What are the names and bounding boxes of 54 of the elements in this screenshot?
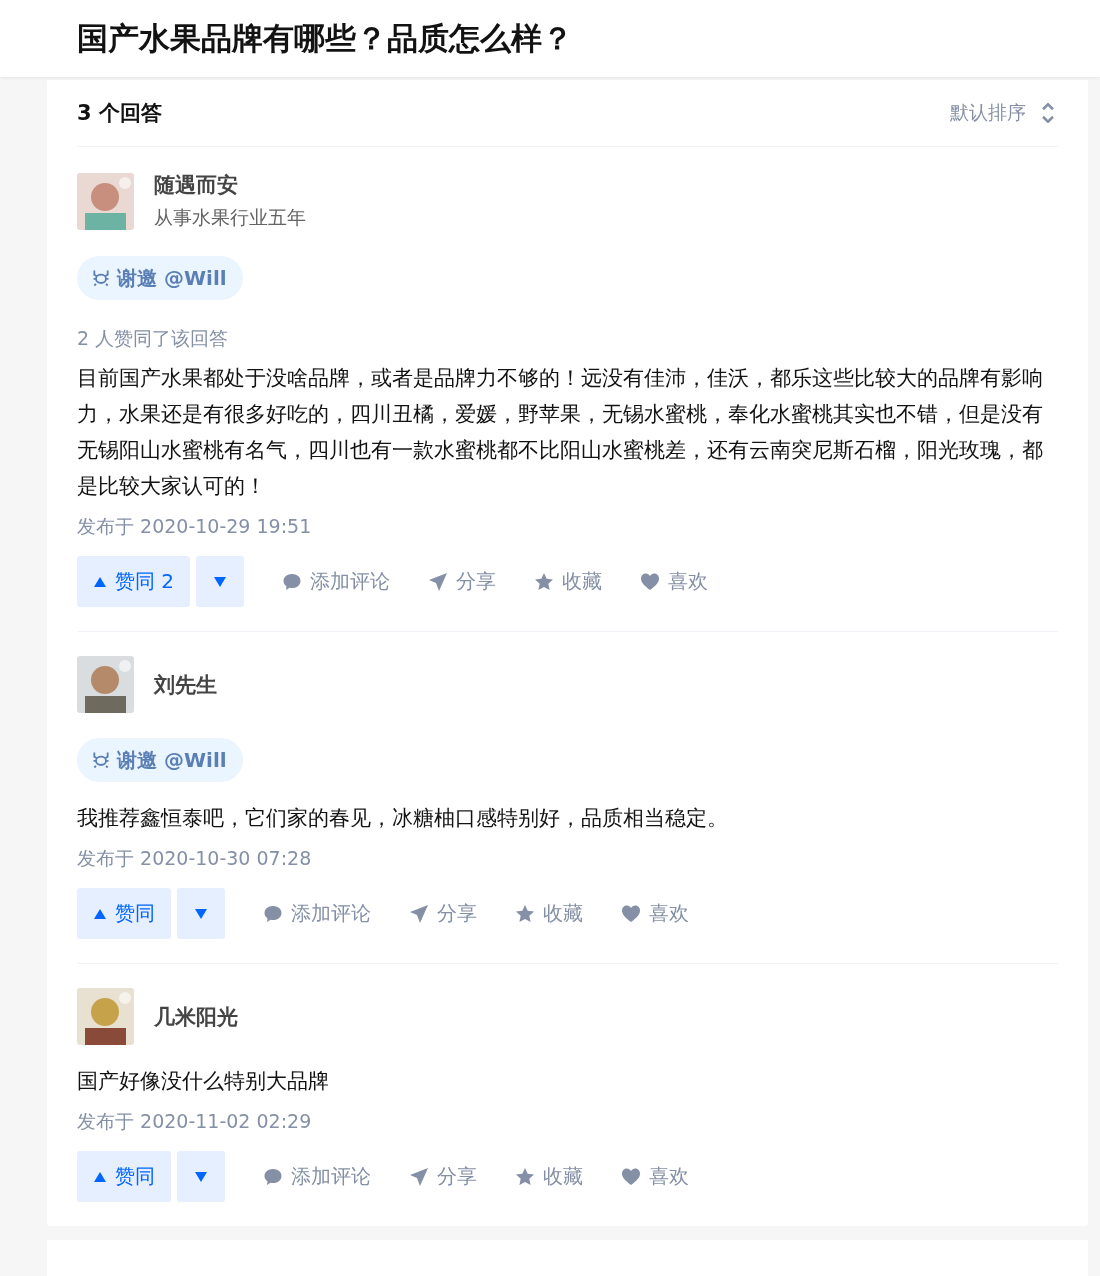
publish-time: 发布于 2020-10-30 07:28 <box>77 846 313 871</box>
invite-tag: 谢邀 @Will <box>77 738 243 782</box>
answer-text: 目前国产水果都处于没啥品牌，或者是品牌力不够的！远没有佳沛，佳沃，都乐这些比较大的品牌有影响力，水果还是有很多好吃的，四川丑橘，爱媛，野苹果，无锡水蜜桃，奉化水蜜桃其实也不错，但是没有无锡阳山水蜜桃有名气，四川也有一款水蜜桃都不比阳山水蜜桃差，还有云南突尼斯石榴，阳光玫瑰，都是比较大家认可的！ <box>77 365 1044 500</box>
triangle-down-icon <box>194 907 208 920</box>
share-button[interactable]: 分享 <box>409 1163 477 1190</box>
author-headline: 从事水果行业五年 <box>154 205 306 230</box>
favorite-button[interactable]: 收藏 <box>534 568 603 595</box>
favorite-button[interactable]: 收藏 <box>515 900 583 927</box>
heart-icon <box>621 1166 641 1187</box>
publish-time: 发布于 2020-10-29 19:51 <box>77 514 313 539</box>
author-name[interactable]: 刘先生 <box>154 670 217 699</box>
triangle-up-icon <box>93 907 107 920</box>
question-title: 国产水果品牌有哪些？品质怎么样？ <box>77 18 573 58</box>
heart-icon <box>621 903 641 924</box>
paper-plane-icon <box>428 571 449 592</box>
upvote-button[interactable]: 赞同 <box>77 1151 171 1202</box>
share-button[interactable]: 分享 <box>409 900 477 927</box>
favorite-button[interactable]: 收藏 <box>515 1163 583 1190</box>
downvote-button[interactable] <box>177 888 225 939</box>
crab-icon <box>91 750 111 770</box>
share-button[interactable]: 分享 <box>428 568 497 595</box>
heart-icon <box>640 571 661 592</box>
triangle-up-icon <box>93 1170 107 1183</box>
downvote-button[interactable] <box>177 1151 225 1202</box>
answer-text: 国产好像没什么特别大品牌 <box>77 1068 330 1095</box>
star-icon <box>534 571 555 592</box>
comment-button[interactable]: 添加评论 <box>282 568 391 595</box>
paper-plane-icon <box>409 903 429 924</box>
invite-tag: 谢邀 @Will <box>77 256 243 300</box>
speech-bubble-icon <box>263 903 283 924</box>
author-name[interactable]: 随遇而安 <box>154 171 306 199</box>
paper-plane-icon <box>409 1166 429 1187</box>
author-name[interactable]: 几米阳光 <box>154 1002 238 1031</box>
like-button[interactable]: 喜欢 <box>621 900 689 927</box>
sort-dropdown[interactable]: 默认排序 <box>950 100 1058 126</box>
like-button[interactable]: 喜欢 <box>640 568 709 595</box>
star-icon <box>515 1166 535 1187</box>
crab-icon <box>91 268 111 288</box>
upvote-button[interactable]: 赞同 <box>77 888 171 939</box>
vote-summary: 2 人赞同了该回答 <box>77 326 230 351</box>
like-button[interactable]: 喜欢 <box>621 1163 689 1190</box>
answer-count: 3 个回答 <box>77 100 162 127</box>
comment-button[interactable]: 添加评论 <box>263 1163 371 1190</box>
triangle-down-icon <box>194 1170 208 1183</box>
downvote-button[interactable] <box>196 556 245 607</box>
star-icon <box>515 903 535 924</box>
comment-button[interactable]: 添加评论 <box>263 900 371 927</box>
speech-bubble-icon <box>282 571 303 592</box>
upvote-button[interactable]: 赞同 2 <box>77 556 191 607</box>
triangle-up-icon <box>93 575 107 588</box>
publish-time: 发布于 2020-11-02 02:29 <box>77 1109 313 1134</box>
triangle-down-icon <box>213 575 228 588</box>
speech-bubble-icon <box>263 1166 283 1187</box>
answer-text: 我推荐鑫恒泰吧，它们家的春见，冰糖柚口感特别好，品质相当稳定。 <box>77 805 729 832</box>
